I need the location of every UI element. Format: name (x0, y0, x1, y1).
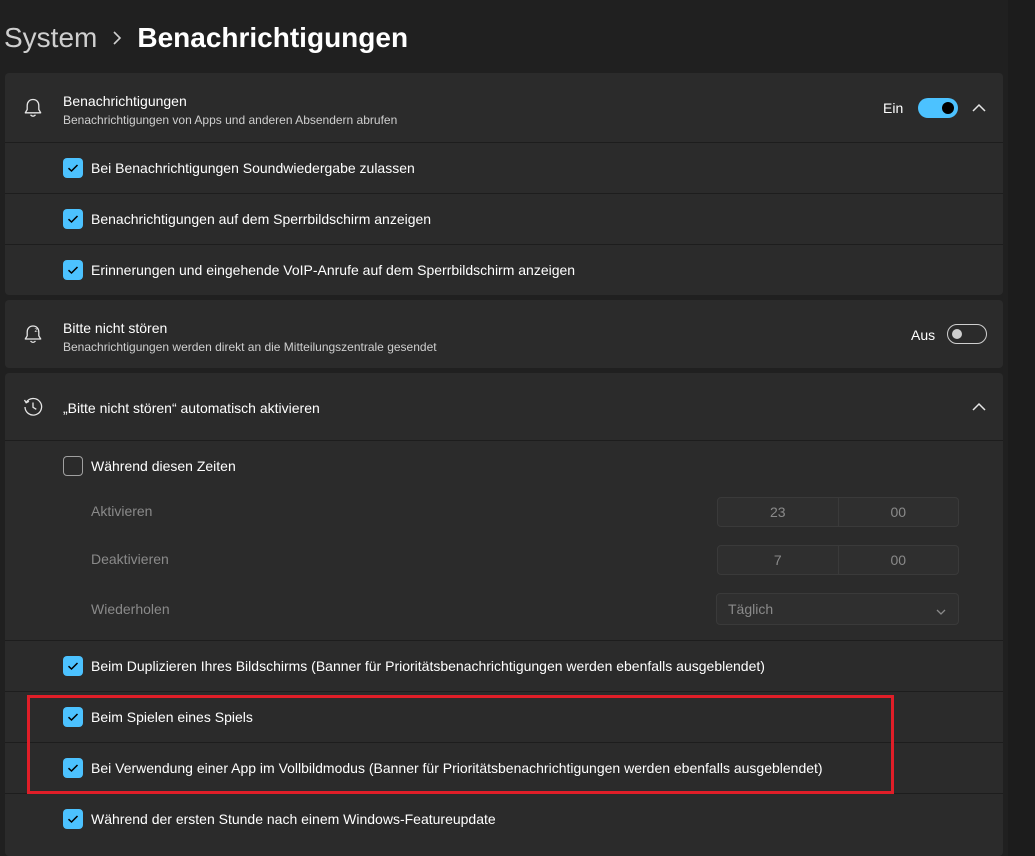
bell-icon (21, 96, 45, 120)
notifications-state-label: Ein (883, 100, 904, 116)
checkbox-gaming-label: Beim Spielen eines Spiels (91, 709, 253, 725)
list-item[interactable]: Beim Duplizieren Ihres Bildschirms (Bann… (5, 640, 1003, 691)
notifications-subtitle: Benachrichtigungen von Apps und anderen … (63, 113, 398, 127)
list-item[interactable]: Beim Spielen eines Spiels (5, 691, 1003, 742)
chevron-down-icon (936, 603, 946, 619)
checkbox-voip-label: Erinnerungen und eingehende VoIP-Anrufe … (91, 262, 576, 278)
page-title: Benachrichtigungen (137, 22, 409, 53)
list-item[interactable]: Erinnerungen und eingehende VoIP-Anrufe … (5, 244, 1003, 295)
checkbox-lockscreen[interactable] (63, 209, 83, 229)
checkbox-fullscreen[interactable] (63, 758, 83, 778)
repeat-dropdown[interactable]: Täglich (716, 593, 959, 625)
checkbox-feature-update-label: Während der ersten Stunde nach einem Win… (91, 811, 496, 827)
repeat-value: Täglich (728, 601, 774, 617)
auto-dnd-title: „Bitte nicht stören“ automatisch aktivie… (63, 400, 320, 416)
repeat-label: Wiederholen (91, 601, 170, 617)
checkbox-duplicate-label: Beim Duplizieren Ihres Bildschirms (Bann… (91, 658, 765, 674)
svg-text:z: z (35, 327, 38, 334)
checkbox-voip[interactable] (63, 260, 83, 280)
deactivate-time-picker[interactable]: 7 00 (717, 545, 959, 575)
chevron-up-icon[interactable] (971, 100, 987, 116)
breadcrumb-parent[interactable]: System (4, 22, 97, 54)
breadcrumb: System Benachrichtigungen (4, 18, 408, 58)
dnd-toggle[interactable] (947, 324, 987, 344)
times-section: Während diesen Zeiten Aktivieren 23 00 D… (5, 440, 1003, 640)
checkbox-sound-label: Bei Benachrichtigungen Soundwiedergabe z… (91, 160, 415, 176)
notifications-text: Benachrichtigungen Benachrichtigungen vo… (63, 93, 397, 127)
notifications-toggle[interactable] (918, 98, 958, 118)
checkbox-times[interactable] (63, 456, 83, 476)
notifications-header[interactable]: Benachrichtigungen Benachrichtigungen vo… (5, 73, 1003, 142)
deactivate-minute[interactable]: 00 (837, 546, 959, 574)
activate-label: Aktivieren (91, 503, 153, 519)
activate-hour[interactable]: 23 (718, 498, 838, 526)
dnd-subtitle: Benachrichtigungen werden direkt an die … (63, 340, 437, 354)
chevron-up-icon[interactable] (971, 399, 987, 415)
activate-minute[interactable]: 00 (837, 498, 959, 526)
list-item[interactable]: Bei Verwendung einer App im Vollbildmodu… (5, 742, 1003, 793)
list-item[interactable]: Benachrichtigungen auf dem Sperrbildschi… (5, 193, 1003, 244)
scrollbar[interactable] (1008, 0, 1035, 856)
deactivate-hour[interactable]: 7 (718, 546, 838, 574)
list-item[interactable]: Bei Benachrichtigungen Soundwiedergabe z… (5, 142, 1003, 193)
settings-page: System Benachrichtigungen Benachrichtigu… (0, 0, 1035, 856)
dnd-text: Bitte nicht stören Benachrichtigungen we… (63, 320, 437, 354)
list-item[interactable]: Während der ersten Stunde nach einem Win… (5, 793, 1003, 844)
clock-icon (21, 395, 45, 419)
activate-time-picker[interactable]: 23 00 (717, 497, 959, 527)
dnd-card[interactable]: z Bitte nicht stören Benachrichtigungen … (5, 300, 1003, 368)
auto-dnd-header[interactable]: „Bitte nicht stören“ automatisch aktivie… (5, 373, 1003, 440)
bell-snooze-icon: z (21, 322, 45, 346)
notifications-title: Benachrichtigungen (63, 93, 187, 109)
checkbox-times-label: Während diesen Zeiten (91, 458, 236, 474)
dnd-state-label: Aus (911, 327, 936, 343)
auto-dnd-card: „Bitte nicht stören“ automatisch aktivie… (5, 373, 1003, 856)
toggle-knob (942, 102, 954, 114)
dnd-title: Bitte nicht stören (63, 320, 168, 336)
checkbox-fullscreen-label: Bei Verwendung einer App im Vollbildmodu… (91, 760, 823, 776)
checkbox-sound[interactable] (63, 158, 83, 178)
checkbox-duplicate[interactable] (63, 656, 83, 676)
chevron-right-icon (111, 31, 123, 45)
deactivate-label: Deaktivieren (91, 551, 169, 567)
notifications-card: Benachrichtigungen Benachrichtigungen vo… (5, 73, 1003, 295)
checkbox-lockscreen-label: Benachrichtigungen auf dem Sperrbildschi… (91, 211, 432, 227)
checkbox-gaming[interactable] (63, 707, 83, 727)
toggle-knob (952, 329, 962, 339)
checkbox-feature-update[interactable] (63, 809, 83, 829)
